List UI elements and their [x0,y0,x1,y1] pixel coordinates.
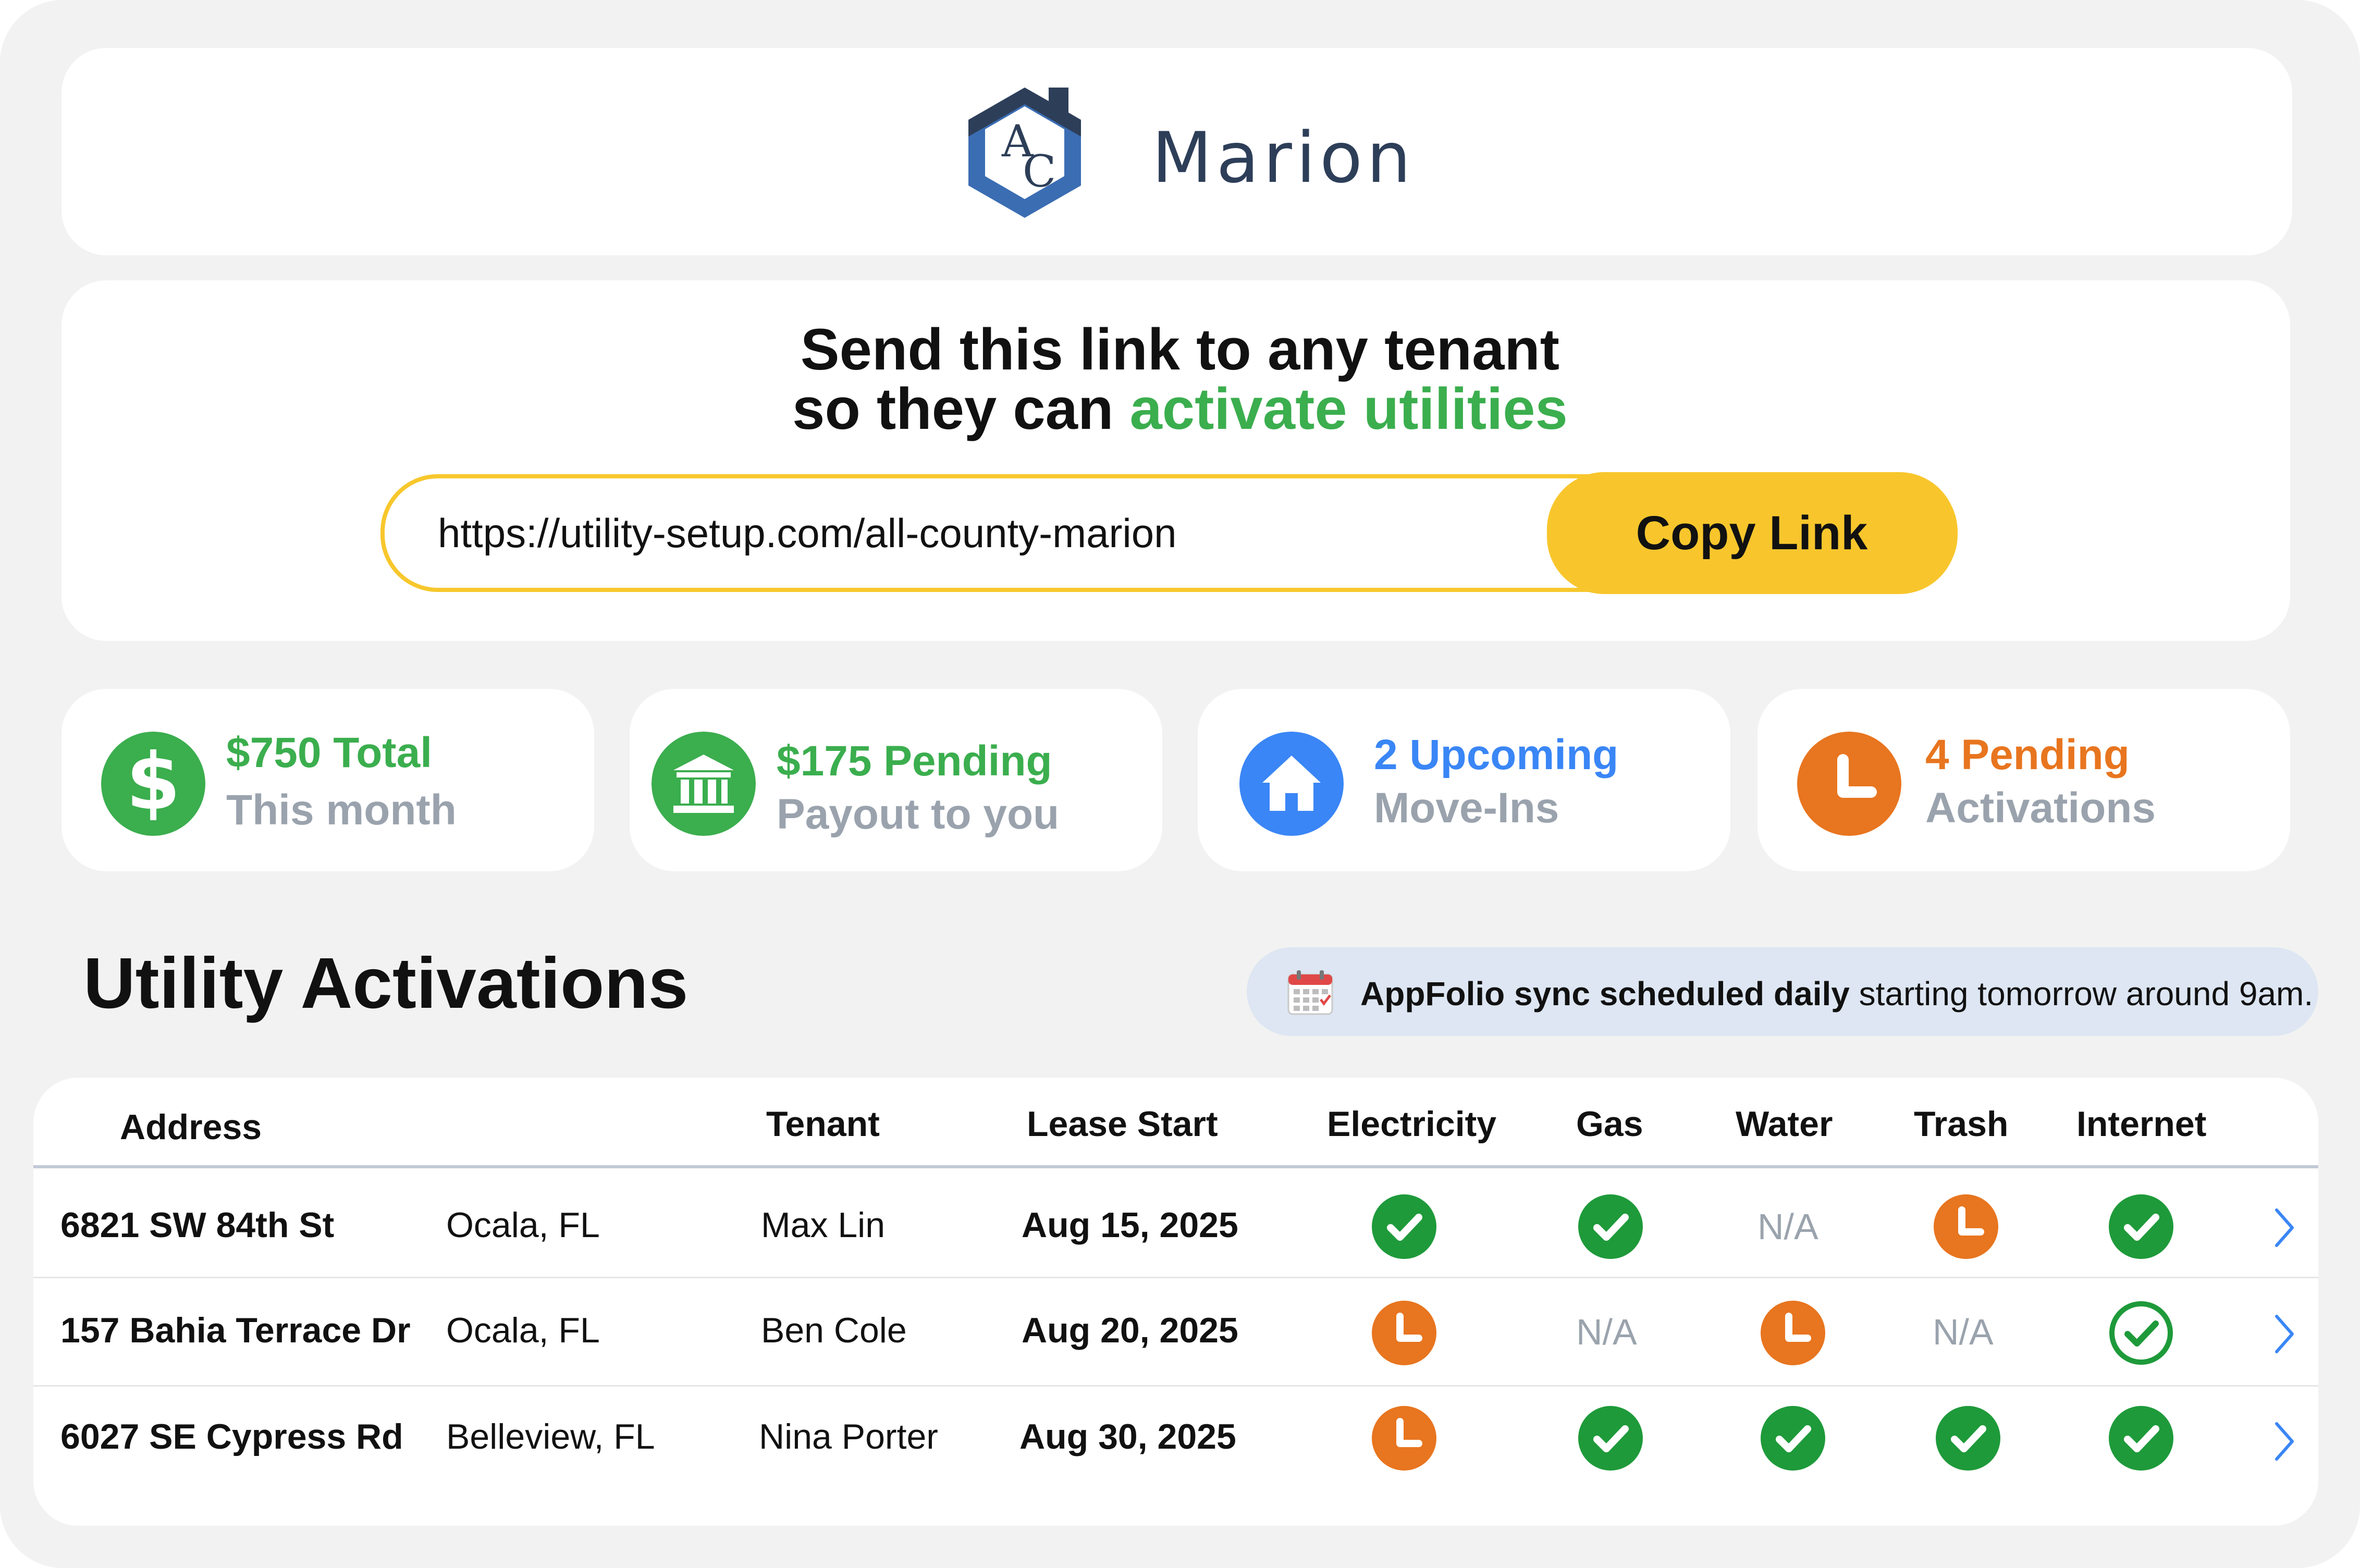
stat-move-ins-label: Move-Ins [1374,784,1559,832]
clock-icon [1761,1301,1825,1365]
column-header-address: Address [120,1107,262,1147]
column-header-tenant: Tenant [766,1104,880,1144]
row-city: Ocala, FL [446,1205,600,1245]
column-header-electricity: Electricity [1327,1104,1497,1144]
share-link-url[interactable]: https://utility-setup.com/all-county-mar… [438,510,1177,557]
chevron-right-icon[interactable] [2272,1421,2295,1462]
check-icon [2109,1406,2173,1471]
svg-text:$: $ [126,737,180,828]
not-applicable: N/A [1933,1312,1994,1352]
column-header-internet: Internet [2076,1104,2207,1144]
calendar-icon [1287,970,1333,1015]
row-lease-start: Aug 20, 2025 [1022,1311,1238,1350]
clock-icon [1372,1301,1436,1365]
stat-total-label: This month [226,786,457,834]
stat-activations-label: Activations [1925,784,2156,832]
row-address: 6821 SW 84th St [60,1205,335,1245]
row-tenant: Ben Cole [761,1311,907,1350]
stat-payout-value: $175 Pending [777,737,1052,785]
stat-total-value: $750 Total [226,729,432,776]
sync-text: AppFolio sync scheduled daily starting t… [1360,974,2313,1013]
sync-text-rest: starting tomorrow around 9am. [1849,975,2314,1013]
brand-logo-icon: A C [968,88,1081,218]
not-applicable: N/A [1576,1312,1637,1352]
clock-icon [1797,732,1901,836]
check-icon [1578,1406,1643,1471]
check-icon [1761,1406,1825,1471]
column-header-water: Water [1736,1104,1833,1144]
share-headline-line2: so they can activate utilities [0,378,2360,440]
row-divider [33,1385,2318,1387]
chevron-right-icon[interactable] [2272,1313,2295,1355]
row-tenant: Max Lin [761,1205,886,1245]
row-address: 6027 SE Cypress Rd [60,1417,403,1456]
stat-move-ins-value: 2 Upcoming [1374,731,1619,779]
column-header-lease-start: Lease Start [1027,1104,1218,1144]
dollar-icon: $ [101,732,205,836]
bank-icon [652,732,756,836]
share-headline-highlight: activate utilities [1129,376,1568,441]
stat-activations-value: 4 Pending [1925,731,2130,779]
chevron-right-icon[interactable] [2272,1207,2295,1249]
svg-text:C: C [1023,146,1056,197]
row-address: 157 Bahia Terrace Dr [60,1311,411,1350]
not-applicable: N/A [1757,1206,1818,1247]
check-icon [1372,1194,1436,1259]
row-tenant: Nina Porter [759,1417,938,1456]
column-header-gas: Gas [1576,1104,1643,1144]
row-city: Belleview, FL [446,1417,655,1456]
sync-text-bold: AppFolio sync scheduled daily [1360,975,1850,1013]
check-icon [1578,1194,1643,1259]
app-frame: A C Marion Send this link to any tenant … [0,0,2360,1568]
check-outline-icon [2109,1301,2173,1365]
row-divider [33,1277,2318,1278]
stat-payout-label: Payout to you [777,791,1060,838]
row-city: Ocala, FL [446,1311,600,1350]
row-lease-start: Aug 30, 2025 [1019,1417,1236,1456]
home-icon [1239,732,1344,836]
share-headline-line1: Send this link to any tenant [800,317,1560,382]
clock-icon [1372,1406,1436,1471]
table-header-divider [33,1165,2318,1168]
copy-link-button[interactable]: Copy Link [1547,472,1957,594]
share-headline-prefix: so they can [792,376,1130,441]
column-header-trash: Trash [1914,1104,2009,1144]
check-icon [2109,1194,2173,1259]
row-lease-start: Aug 15, 2025 [1022,1205,1238,1245]
section-title: Utility Activations [83,943,689,1023]
brand-name: Marion [1152,117,1415,199]
check-icon [1936,1406,2000,1471]
clock-icon [1934,1194,1998,1259]
